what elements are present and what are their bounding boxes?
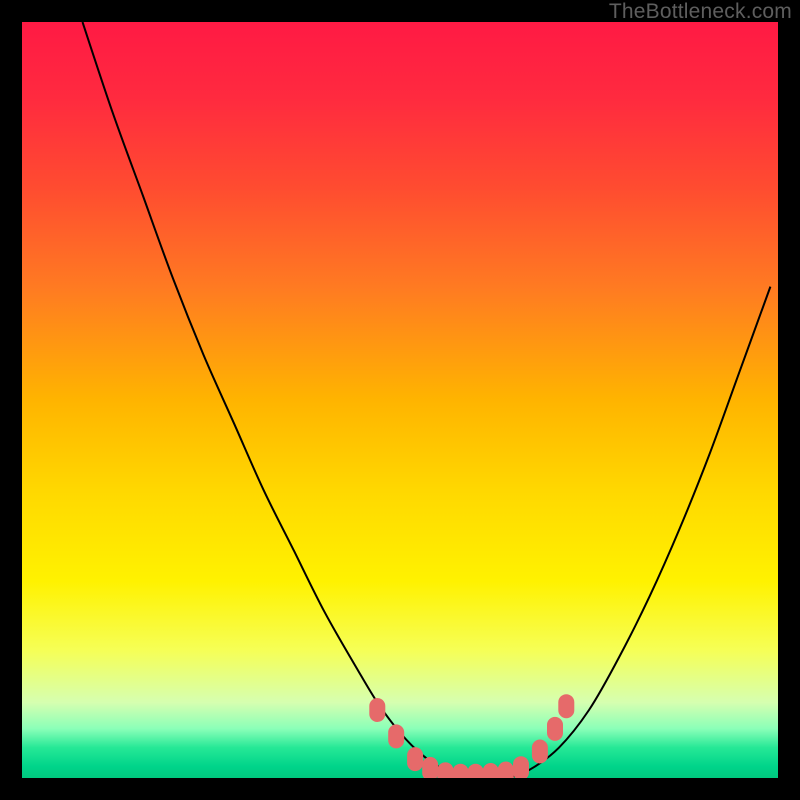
watermark-label: TheBottleneck.com [609,0,792,24]
marker-bead [532,740,548,764]
chart-frame [22,22,778,778]
marker-bead [498,762,514,779]
gradient-background [22,22,778,778]
marker-bead [422,757,438,778]
bottleneck-chart [22,22,778,778]
marker-bead [388,724,404,748]
marker-bead [513,756,529,778]
marker-bead [558,694,574,718]
marker-bead [369,698,385,722]
marker-bead [407,747,423,771]
marker-bead [437,762,453,778]
marker-bead [547,717,563,741]
